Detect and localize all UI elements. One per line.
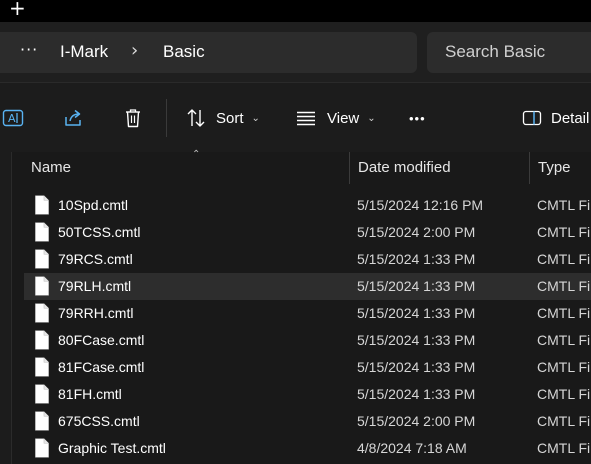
file-type: CMTL File [537,359,591,375]
rename-icon: A [2,107,24,129]
file-date-modified: 5/15/2024 1:33 PM [357,251,476,267]
title-bar: + [0,0,591,22]
rename-button[interactable]: A [2,105,24,131]
column-header-row: ⌃ Name Date modified Type [12,149,591,184]
search-placeholder: Search Basic [445,42,546,61]
new-tab-button[interactable]: + [9,0,26,19]
file-date-modified: 5/15/2024 2:00 PM [357,413,476,429]
file-row[interactable]: 81FCase.cmtl 5/15/2024 1:33 PM CMTL File [24,354,591,381]
column-header-date-modified[interactable]: Date modified [358,159,451,176]
more-options-button[interactable]: ••• [409,105,426,131]
breadcrumb-item-i-mark[interactable]: I-Mark [60,42,108,62]
column-divider[interactable] [349,152,350,184]
file-icon [34,357,50,382]
chevron-right-icon[interactable]: › [131,40,138,61]
file-type: CMTL File [537,197,591,213]
file-name: Graphic Test.cmtl [58,440,166,456]
view-button[interactable]: View ⌄ [295,105,376,131]
details-pane-icon [522,108,542,128]
view-icon [295,107,317,129]
file-type: CMTL File [537,278,591,294]
column-divider[interactable] [529,152,530,184]
file-type: CMTL File [537,440,591,456]
file-type: CMTL File [537,251,591,267]
sort-icon [185,107,207,129]
column-header-name[interactable]: Name [31,159,71,176]
file-name: 79RCS.cmtl [58,251,133,267]
file-name: 79RLH.cmtl [58,278,132,294]
file-date-modified: 4/8/2024 7:18 AM [357,440,467,456]
file-list: ⌃ Name Date modified Type 10Spd.cmtl 5/15… [0,149,591,464]
file-row[interactable]: 81FH.cmtl 5/15/2024 1:33 PM CMTL File [24,381,591,408]
file-icon [34,384,50,409]
more-icon: ••• [409,110,426,126]
file-date-modified: 5/15/2024 1:33 PM [357,359,476,375]
file-row[interactable]: 79RLH.cmtl 5/15/2024 1:33 PM CMTL File [24,273,591,300]
file-icon [34,438,50,463]
file-date-modified: 5/15/2024 1:33 PM [357,278,476,294]
sort-button[interactable]: Sort ⌄ [185,105,260,131]
delete-icon [122,107,144,129]
address-bar: ··· I-Mark › Basic Search Basic [0,22,591,82]
breadcrumb[interactable]: ··· I-Mark › Basic [0,32,417,73]
file-date-modified: 5/15/2024 1:33 PM [357,332,476,348]
search-input[interactable]: Search Basic [427,32,591,73]
file-type: CMTL File [537,413,591,429]
details-pane-button[interactable]: Detail [522,105,589,131]
file-type: CMTL File [537,305,591,321]
breadcrumb-overflow-button[interactable]: ··· [20,40,38,59]
command-bar: A Sort ⌄ View ⌄ ••• Detail [0,82,591,152]
file-icon [34,195,50,220]
file-icon [34,330,50,355]
chevron-down-icon: ⌄ [367,112,376,124]
share-icon [62,107,84,129]
file-name: 79RRH.cmtl [58,305,134,321]
file-name: 10Spd.cmtl [58,197,129,213]
column-header-type[interactable]: Type [538,159,571,176]
view-label: View [327,109,360,127]
file-name: 80FCase.cmtl [58,332,145,348]
file-row[interactable]: 80FCase.cmtl 5/15/2024 1:33 PM CMTL File [24,327,591,354]
share-button[interactable] [62,105,84,131]
file-name: 50TCSS.cmtl [58,224,141,240]
sort-label: Sort [216,109,244,127]
file-type: CMTL File [537,332,591,348]
chevron-down-icon: ⌄ [251,112,260,124]
file-date-modified: 5/15/2024 1:33 PM [357,305,476,321]
navigation-pane-edge [0,152,12,464]
file-row[interactable]: 50TCSS.cmtl 5/15/2024 2:00 PM CMTL File [24,219,591,246]
file-row[interactable]: 10Spd.cmtl 5/15/2024 12:16 PM CMTL File [24,192,591,219]
file-name: 81FCase.cmtl [58,359,145,375]
breadcrumb-item-basic[interactable]: Basic [163,42,205,62]
file-date-modified: 5/15/2024 12:16 PM [357,197,484,213]
file-row[interactable]: 79RCS.cmtl 5/15/2024 1:33 PM CMTL File [24,246,591,273]
file-type: CMTL File [537,386,591,402]
details-label: Detail [551,109,590,127]
svg-text:A: A [8,112,16,125]
toolbar-divider [166,99,167,137]
file-name: 675CSS.cmtl [58,413,140,429]
file-icon [34,249,50,274]
file-icon [34,411,50,436]
sort-ascending-icon: ⌃ [192,149,201,160]
file-row[interactable]: Graphic Test.cmtl 4/8/2024 7:18 AM CMTL Fi… [24,435,591,462]
file-type: CMTL File [537,224,591,240]
file-icon [34,303,50,328]
file-icon [34,222,50,247]
file-row[interactable]: 675CSS.cmtl 5/15/2024 2:00 PM CMTL File [24,408,591,435]
file-date-modified: 5/15/2024 1:33 PM [357,386,476,402]
file-name: 81FH.cmtl [58,386,122,402]
file-icon [34,276,50,301]
delete-button[interactable] [122,105,144,131]
file-row[interactable]: 79RRH.cmtl 5/15/2024 1:33 PM CMTL File [24,300,591,327]
file-date-modified: 5/15/2024 2:00 PM [357,224,476,240]
